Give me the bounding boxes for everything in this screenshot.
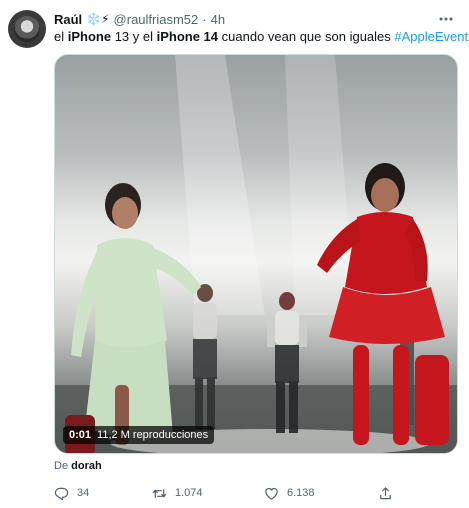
source-prefix: De — [54, 460, 72, 472]
video-info-badge: 0:01 11,2 M reproducciones — [63, 426, 215, 444]
tweet-header: Raúl ❄️⚡ @raulfriasm52 · 4h — [54, 10, 225, 28]
tweet-time[interactable]: 4h — [211, 12, 225, 27]
like-count: 6.138 — [287, 487, 315, 499]
video-player[interactable]: 0:01 11,2 M reproducciones — [54, 54, 458, 454]
more-icon[interactable] — [437, 10, 455, 28]
tweet-text: el iPhone 13 y el iPhone 14 cuando vean … — [54, 28, 468, 46]
author-emoji: ❄️⚡ — [86, 12, 110, 26]
hashtag-link[interactable]: #AppleEvent — [394, 29, 468, 44]
separator-dot: · — [202, 11, 207, 27]
source-name[interactable]: dorah — [71, 460, 102, 472]
video-source: De dorah — [54, 460, 102, 472]
text-part1: el — [54, 29, 68, 44]
text-iphone14: iPhone 14 — [156, 29, 219, 44]
retweet-icon — [152, 488, 167, 498]
reply-button[interactable]: 34 — [54, 484, 89, 502]
video-views: 11,2 M reproducciones — [97, 429, 209, 441]
video-time: 0:01 — [69, 429, 92, 441]
reply-icon — [54, 487, 69, 500]
author-handle[interactable]: @raulfriasm52 — [114, 12, 199, 27]
like-button[interactable]: 6.138 — [264, 484, 315, 502]
author-name[interactable]: Raúl — [54, 12, 82, 27]
avatar[interactable] — [8, 10, 46, 48]
share-icon — [380, 486, 391, 499]
text-iphone13: iPhone — [67, 29, 112, 44]
text-part3: cuando vean que son iguales — [218, 29, 395, 44]
video-frame — [55, 55, 457, 453]
tweet-actions: 34 1.074 6.138 — [54, 484, 454, 502]
heart-icon — [265, 487, 278, 500]
reply-count: 34 — [77, 487, 90, 499]
retweet-button[interactable]: 1.074 — [152, 484, 203, 502]
text-part2: 13 y el — [111, 29, 157, 44]
retweet-count: 1.074 — [175, 487, 203, 499]
share-button[interactable] — [378, 484, 393, 502]
tweet[interactable]: Raúl ❄️⚡ @raulfriasm52 · 4h el iPhone 13… — [0, 0, 469, 508]
